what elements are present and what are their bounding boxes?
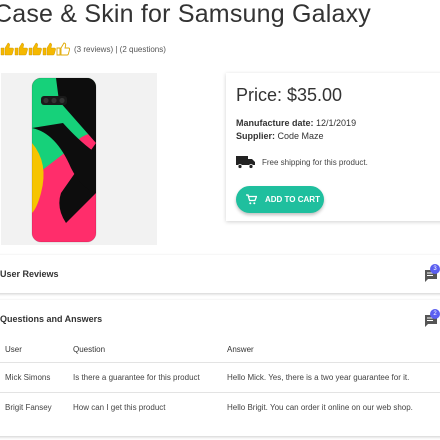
questions-header[interactable]: Questions and Answers 2 xyxy=(0,300,440,338)
manufacture-date-value: 12/1/2019 xyxy=(316,118,357,128)
user-reviews-header[interactable]: User Reviews 3 xyxy=(0,255,440,293)
column-header-question: Question xyxy=(73,345,106,355)
manufacture-date: Manufacture date: 12/1/2019 xyxy=(236,118,356,128)
comment-icon[interactable]: 2 xyxy=(424,309,440,327)
table-row: Mick Simons Is there a guarantee for thi… xyxy=(0,361,440,392)
reviews-count[interactable]: (3 reviews) xyxy=(74,45,113,54)
questions-section: Questions and Answers 2 User Question An… xyxy=(0,300,440,436)
supplier-label: Supplier: xyxy=(236,131,276,141)
column-header-user: User xyxy=(5,345,22,355)
table-row: Brigit Fansey How can I get this product… xyxy=(0,391,440,422)
thumbs-up-icon xyxy=(0,42,14,56)
add-to-cart-label: ADD TO CART xyxy=(265,195,320,204)
user-reviews-title: User Reviews xyxy=(0,269,59,279)
thumbs-up-outline-icon xyxy=(56,42,70,56)
price-label: Price: $35.00 xyxy=(236,85,343,105)
rating-row: (3 reviews) | (2 questions) xyxy=(0,41,166,57)
shipping-text: Free shipping for this product. xyxy=(262,157,368,167)
rating-meta: (3 reviews) | (2 questions) xyxy=(74,45,166,54)
column-header-answer: Answer xyxy=(227,345,254,355)
add-to-cart-button[interactable]: ADD TO CART xyxy=(236,186,324,213)
truck-icon xyxy=(236,155,256,169)
thumbs-up-icon xyxy=(28,42,42,56)
product-title: Case & Skin for Samsung Galaxy xyxy=(0,0,371,28)
cell-user: Mick Simons xyxy=(0,361,68,392)
reviews-badge: 3 xyxy=(430,264,440,274)
cell-question: Is there a guarantee for this product xyxy=(68,361,222,392)
rating-separator: | xyxy=(115,44,118,54)
questions-count[interactable]: (2 questions) xyxy=(120,45,166,54)
user-reviews-section[interactable]: User Reviews 3 xyxy=(0,255,440,293)
questions-title: Questions and Answers xyxy=(0,314,103,324)
manufacture-date-label: Manufacture date: xyxy=(236,118,314,128)
supplier-value: Code Maze xyxy=(277,131,324,141)
purchase-card: Price: $35.00 Manufacture date: 12/1/201… xyxy=(226,73,440,221)
cart-icon xyxy=(246,194,258,205)
cell-answer: Hello Mick. Yes, there is a two year gua… xyxy=(222,361,440,392)
questions-table: User Question Answer Mick Simons Is ther… xyxy=(0,338,440,422)
product-image xyxy=(1,73,157,245)
cell-answer: Hello Brigit. You can order it online on… xyxy=(222,391,440,422)
cell-question: How can I get this product xyxy=(68,391,222,422)
thumbs-up-icon xyxy=(14,42,28,56)
cell-user: Brigit Fansey xyxy=(0,391,68,422)
shipping-info: Free shipping for this product. xyxy=(236,155,368,169)
questions-badge: 2 xyxy=(430,309,440,319)
table-header-row: User Question Answer xyxy=(0,338,440,362)
comment-icon[interactable]: 3 xyxy=(424,264,440,282)
thumbs-up-icon xyxy=(42,42,56,56)
supplier: Supplier: Code Maze xyxy=(236,131,324,141)
